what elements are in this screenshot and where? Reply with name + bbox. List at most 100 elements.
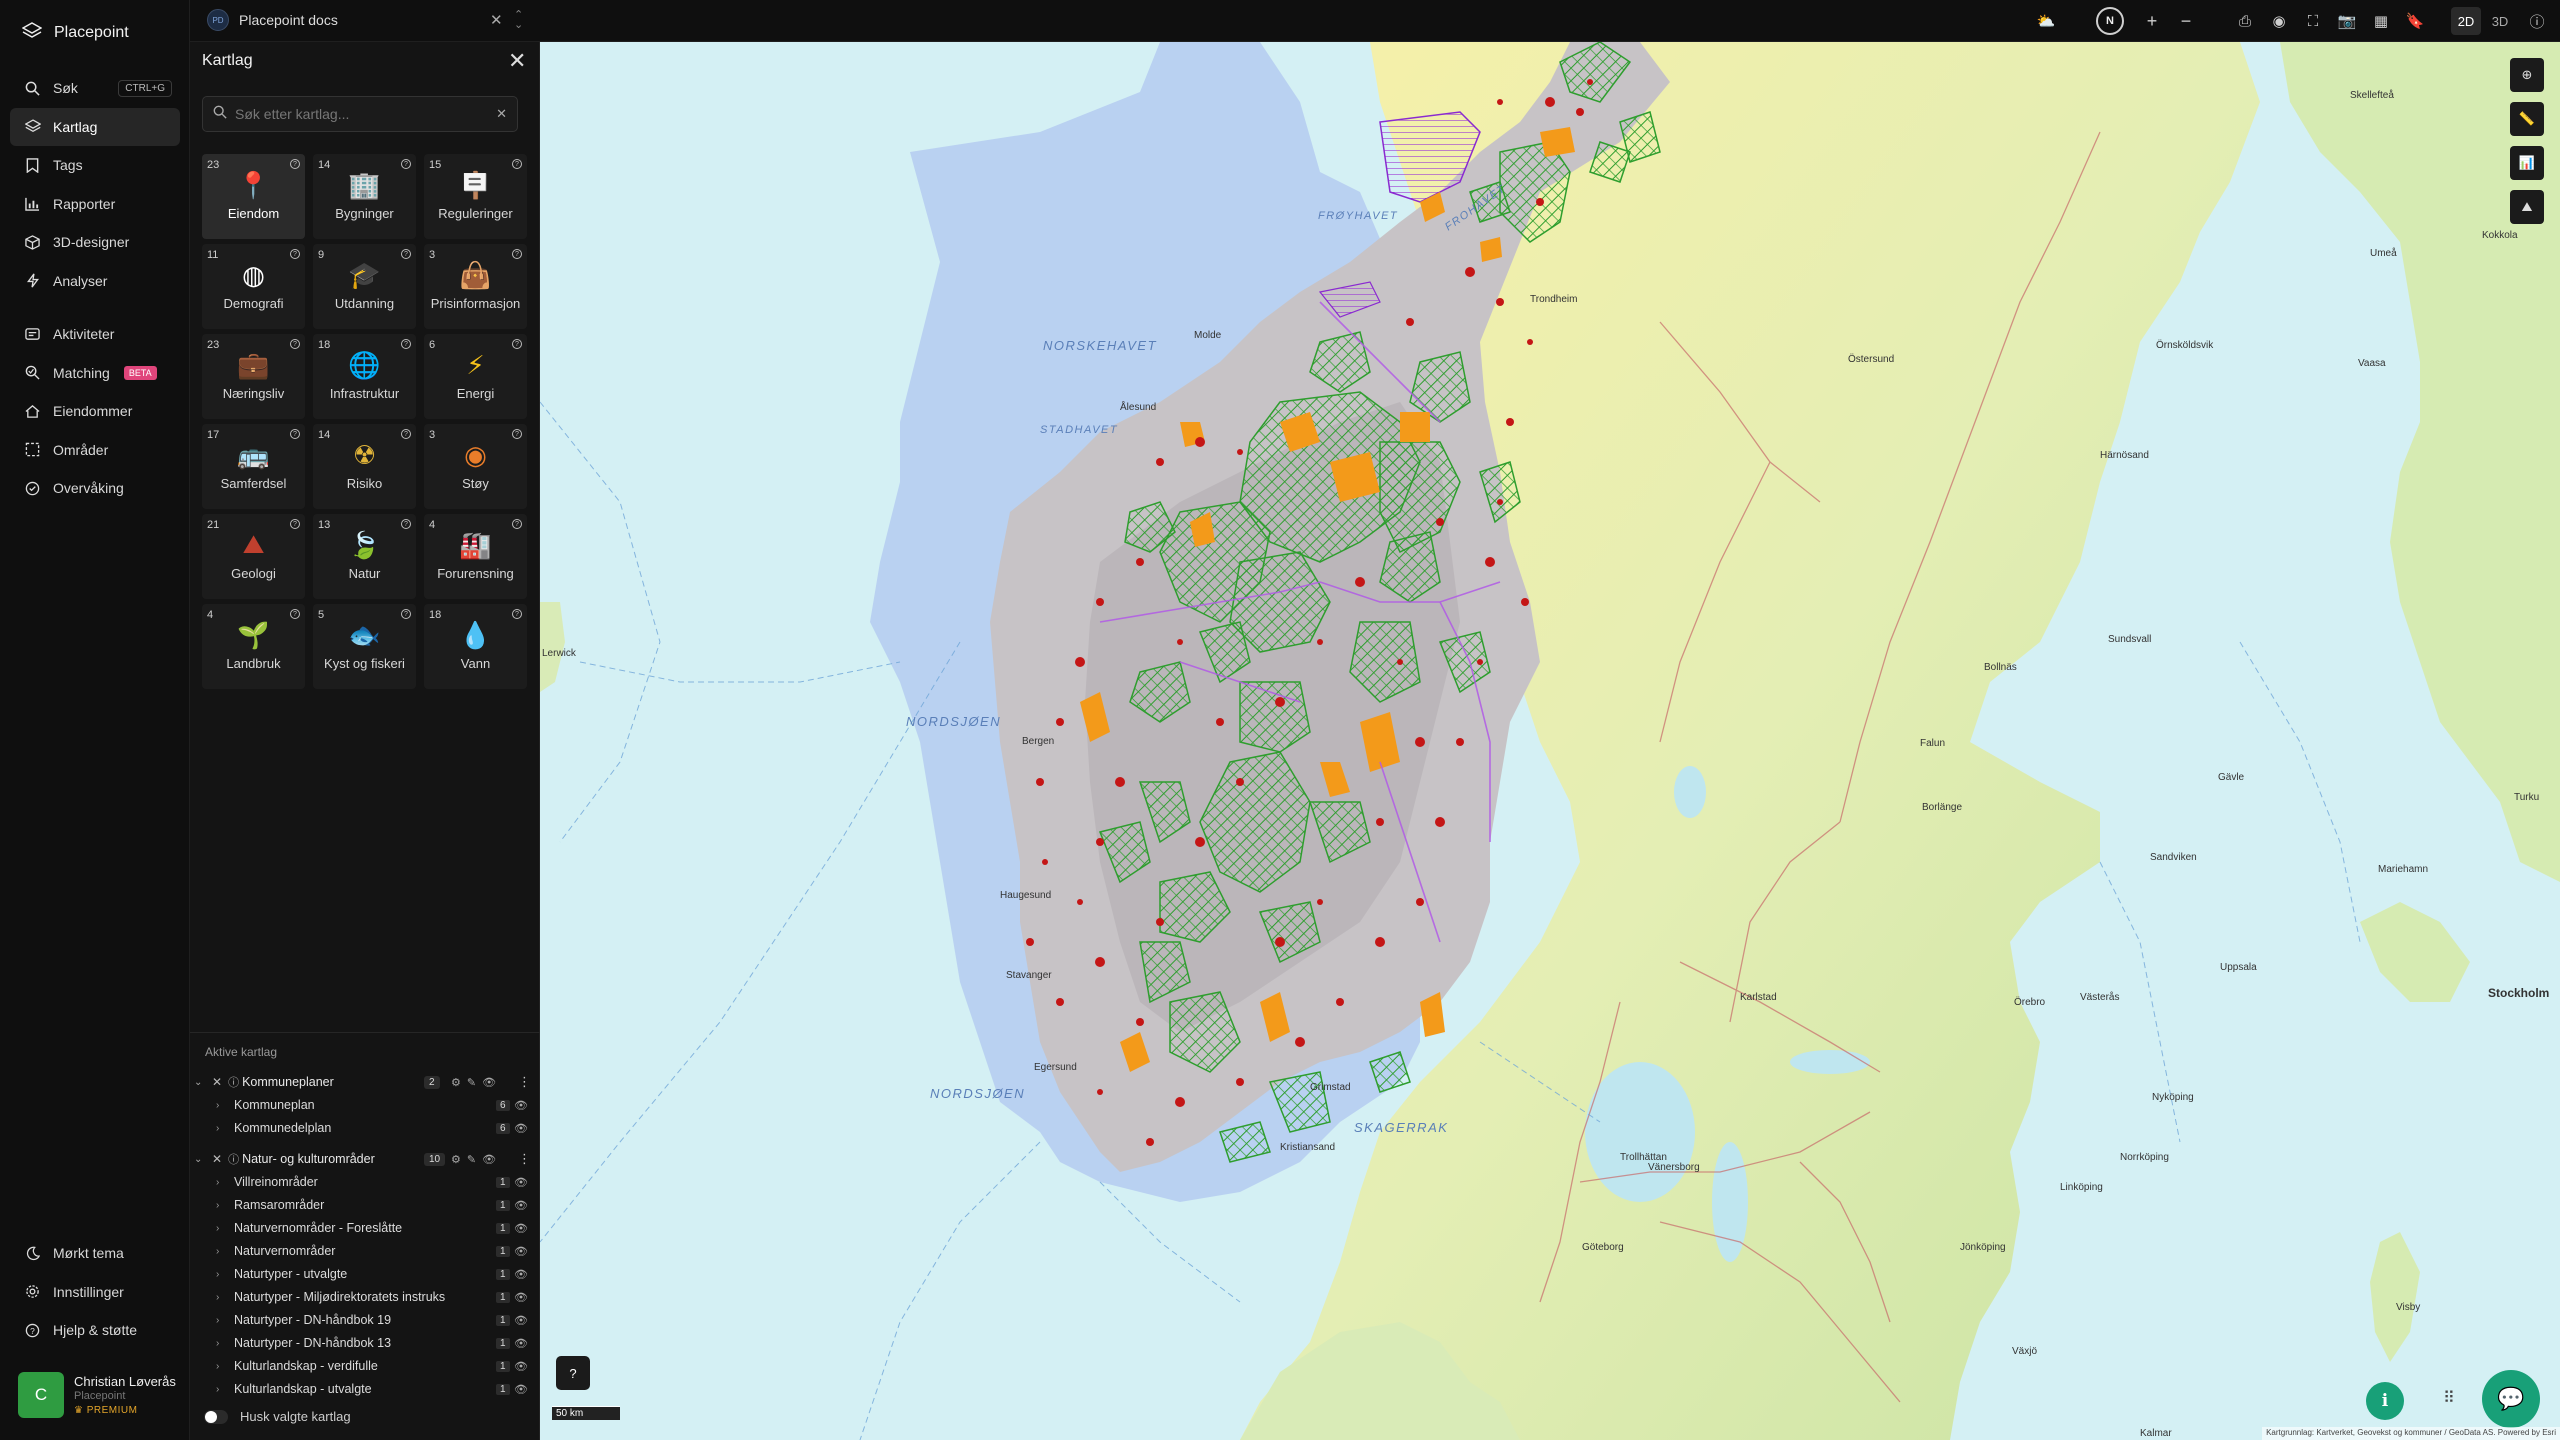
nav-areas[interactable]: Områder [10, 431, 180, 469]
eye-icon[interactable]: 👁 [514, 1222, 528, 1235]
category-tile-reguleringer[interactable]: 15? 🪧 Reguleringer [424, 154, 527, 239]
nav-reports[interactable]: Rapporter [10, 185, 180, 223]
map-view[interactable]: NORSKEHAVET NORDSJØEN NORDSJØEN SKAGERRA… [540, 42, 2560, 1440]
nav-settings[interactable]: Innstillinger [10, 1273, 180, 1311]
eye-icon[interactable]: 👁 [482, 1153, 496, 1166]
nav-help[interactable]: ? Hjelp & støtte [10, 1311, 180, 1349]
chevron-right-icon[interactable]: › [216, 1200, 226, 1211]
nav-3d-designer[interactable]: 3D-designer [10, 223, 180, 261]
settings-icon[interactable]: ⚙ [451, 1153, 461, 1166]
layer-item[interactable]: › Kommunedelplan 6 👁 [190, 1117, 540, 1139]
weather-icon[interactable]: ⛅ [2034, 9, 2058, 33]
category-tile-infrastruktur[interactable]: 18? 🌐 Infrastruktur [313, 334, 416, 419]
eye-icon[interactable]: 👁 [514, 1122, 528, 1135]
category-tile-næringsliv[interactable]: 23? 💼 Næringsliv [202, 334, 305, 419]
camera-icon[interactable]: 📷 [2335, 9, 2359, 33]
chevron-down-icon[interactable]: ⌄ [194, 1154, 204, 1165]
zoom-out-icon[interactable]: − [2174, 9, 2198, 33]
select-tool-button[interactable]: ⊕ [2510, 58, 2544, 92]
edit-icon[interactable]: ✎ [467, 1076, 476, 1089]
close-panel-icon[interactable]: ✕ [508, 48, 526, 74]
chevron-right-icon[interactable]: › [216, 1100, 226, 1111]
remember-layers[interactable]: Husk valgte kartlag [204, 1409, 351, 1424]
basemap-grid-icon[interactable]: ▦ [2369, 9, 2393, 33]
eye-icon[interactable]: 👁 [514, 1314, 528, 1327]
measure-tool-button[interactable]: 📏 [2510, 102, 2544, 136]
elevation-tool-button[interactable]: ⛰ [2510, 190, 2544, 224]
mode-2d-button[interactable]: 2D [2451, 7, 2481, 35]
fullscreen-icon[interactable]: ⛶ [2301, 9, 2325, 33]
chart-tool-button[interactable]: 📊 [2510, 146, 2544, 180]
category-tile-natur[interactable]: 13? 🍃 Natur [313, 514, 416, 599]
eye-icon[interactable]: 👁 [514, 1360, 528, 1373]
category-tile-samferdsel[interactable]: 17? 🚌 Samferdsel [202, 424, 305, 509]
drag-handle-icon[interactable]: ⠿ [2443, 1388, 2455, 1408]
bookmark-icon[interactable]: 🔖 [2403, 9, 2427, 33]
nav-dark-theme[interactable]: Mørkt tema [10, 1234, 180, 1272]
nav-analyses[interactable]: Analyser [10, 262, 180, 300]
layer-item[interactable]: › Kommuneplan 6 👁 [190, 1094, 540, 1116]
chevron-right-icon[interactable]: › [216, 1292, 226, 1303]
more-menu-icon[interactable]: ⋮ [518, 1151, 531, 1167]
category-tile-bygninger[interactable]: 14? 🏢 Bygninger [313, 154, 416, 239]
category-tile-støy[interactable]: 3? ◉ Støy [424, 424, 527, 509]
category-tile-prisinformasjon[interactable]: 3? 👜 Prisinformasjon [424, 244, 527, 329]
category-tile-risiko[interactable]: 14? ☢ Risiko [313, 424, 416, 509]
nav-layers[interactable]: Kartlag [10, 107, 180, 146]
app-brand[interactable]: Placepoint [21, 20, 129, 46]
layer-item[interactable]: › Naturtyper - DN-håndbok 19 1 👁 [190, 1309, 540, 1331]
info-icon[interactable]: ⓘ [228, 1151, 239, 1167]
eye-icon[interactable]: 👁 [514, 1291, 528, 1304]
nav-properties[interactable]: Eiendommer [10, 392, 180, 430]
layer-item[interactable]: › Naturtyper - utvalgte 1 👁 [190, 1263, 540, 1285]
info-button[interactable]: i [2366, 1382, 2404, 1420]
eye-icon[interactable]: 👁 [514, 1268, 528, 1281]
help-button[interactable]: ? [556, 1356, 590, 1390]
nav-monitoring[interactable]: Overvåking [10, 469, 180, 507]
settings-icon[interactable]: ⚙ [451, 1076, 461, 1089]
category-tile-vann[interactable]: 18? 💧 Vann [424, 604, 527, 689]
info-icon[interactable]: ⓘ [2525, 9, 2549, 33]
eye-icon[interactable]: 👁 [482, 1076, 496, 1089]
eye-icon[interactable]: 👁 [514, 1176, 528, 1189]
eye-icon[interactable]: 👁 [514, 1199, 528, 1212]
layer-item[interactable]: › Naturvernområder 1 👁 [190, 1240, 540, 1262]
layer-item[interactable]: › Naturvernområder - Foreslåtte 1 👁 [190, 1217, 540, 1239]
eye-icon[interactable]: ◉ [2267, 9, 2291, 33]
north-compass-button[interactable]: N [2096, 7, 2124, 35]
nav-matching[interactable]: Matching BETA [10, 354, 180, 392]
layer-search-input[interactable] [235, 106, 489, 122]
layer-item[interactable]: › Kulturlandskap - verdifulle 1 👁 [190, 1355, 540, 1377]
layer-item[interactable]: › Naturtyper - DN-håndbok 13 1 👁 [190, 1332, 540, 1354]
category-tile-utdanning[interactable]: 9? 🎓 Utdanning [313, 244, 416, 329]
category-tile-geologi[interactable]: 21? ⛰ Geologi [202, 514, 305, 599]
category-tile-energi[interactable]: 6? ⚡ Energi [424, 334, 527, 419]
category-tile-eiendom[interactable]: 23? 📍 Eiendom [202, 154, 305, 239]
category-tile-demografi[interactable]: 11? ◍ Demografi [202, 244, 305, 329]
nav-search[interactable]: Søk CTRL+G [10, 69, 180, 107]
more-menu-icon[interactable]: ⋮ [518, 1074, 531, 1090]
workspace-clear-icon[interactable]: ✕ [490, 11, 503, 29]
layer-item[interactable]: › Naturtyper - Miljødirektoratets instruk… [190, 1286, 540, 1308]
chevron-right-icon[interactable]: › [216, 1177, 226, 1188]
layer-item[interactable]: › Villreinområder 1 👁 [190, 1171, 540, 1193]
eye-icon[interactable]: 👁 [514, 1099, 528, 1112]
eye-icon[interactable]: 👁 [514, 1383, 528, 1396]
category-tile-kyst og fiskeri[interactable]: 5? 🐟 Kyst og fiskeri [313, 604, 416, 689]
nav-tags[interactable]: Tags [10, 146, 180, 184]
layer-item[interactable]: › Ramsarområder 1 👁 [190, 1194, 540, 1216]
zoom-in-icon[interactable]: + [2140, 9, 2164, 33]
clear-search-icon[interactable]: ✕ [496, 106, 507, 122]
eye-icon[interactable]: 👁 [514, 1245, 528, 1258]
chat-button[interactable]: 💬 [2482, 1370, 2540, 1428]
chevron-right-icon[interactable]: › [216, 1384, 226, 1395]
remove-group-icon[interactable]: ✕ [212, 1152, 222, 1166]
print-icon[interactable]: ⎙ [2233, 9, 2257, 33]
chevron-right-icon[interactable]: › [216, 1269, 226, 1280]
chevron-down-icon[interactable]: ⌄ [194, 1077, 204, 1088]
remember-toggle[interactable] [204, 1409, 228, 1424]
category-tile-forurensning[interactable]: 4? 🏭 Forurensning [424, 514, 527, 599]
workspace-selector[interactable]: PD Placepoint docs [207, 8, 338, 32]
layer-group[interactable]: ⌄ ✕ ⓘ Natur- og kulturområder 10 ⚙ ✎ 👁 ⋮ [190, 1148, 540, 1170]
chevron-right-icon[interactable]: › [216, 1123, 226, 1134]
